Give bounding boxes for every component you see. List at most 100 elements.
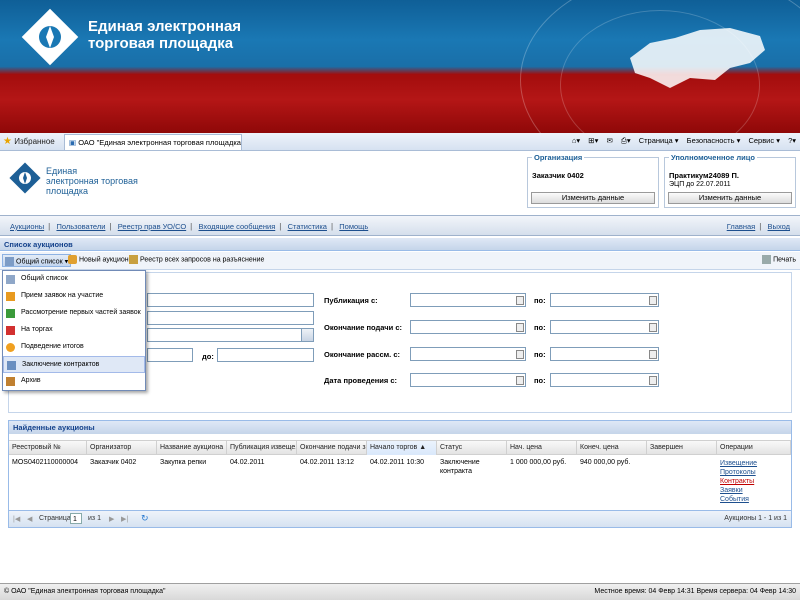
star-icon: [6, 343, 15, 352]
menu-item-trading[interactable]: На торгах: [3, 322, 145, 339]
calendar-icon[interactable]: [516, 350, 524, 359]
service-menu[interactable]: Сервис ▾: [748, 136, 780, 145]
favorites-button[interactable]: ★ Избранное: [3, 136, 55, 147]
menu-item-review[interactable]: Рассмотрение первых частей заявок: [3, 305, 145, 322]
page-label: Страница: [39, 515, 71, 522]
col-start-price[interactable]: Нач. цена: [507, 441, 577, 455]
menu-item-archive[interactable]: Архив: [3, 373, 145, 390]
gavel-icon: [68, 255, 77, 264]
banner-title-line1: Единая электронная: [88, 18, 242, 35]
col-reg-number[interactable]: Реестровый №: [9, 441, 87, 455]
calendar-icon[interactable]: [649, 323, 657, 332]
print-icon[interactable]: ⎙▾: [621, 136, 631, 145]
status-bar: © ОАО "Единая электронная торговая площа…: [0, 583, 800, 600]
calendar-icon[interactable]: [649, 376, 657, 385]
nav-rights-registry[interactable]: Реестр прав УО/СО: [118, 222, 186, 231]
nav-statistics[interactable]: Статистика: [288, 222, 327, 231]
col-final-price[interactable]: Конеч. цена: [577, 441, 647, 455]
general-list-label: Общий список ▾: [16, 258, 69, 266]
end-submission-from-input[interactable]: [410, 320, 526, 334]
clarification-registry-button[interactable]: Реестр всех запросов на разъяснение: [129, 255, 264, 264]
nav-help[interactable]: Помощь: [339, 222, 368, 231]
browser-tab-title: ОАО "Единая электронная торговая площадк…: [78, 138, 242, 147]
menu-item-accepting[interactable]: Прием заявок на участие: [3, 288, 145, 305]
last-page-icon[interactable]: ▶|: [121, 515, 128, 523]
filter-input-2[interactable]: [147, 311, 314, 325]
end-review-to-input[interactable]: [550, 347, 659, 361]
end-submission-to-input[interactable]: [550, 320, 659, 334]
hold-date-from-input[interactable]: [410, 373, 526, 387]
nav-logout[interactable]: Выход: [768, 222, 790, 231]
organization-box: Организация Заказчик 0402 Изменить данны…: [527, 153, 659, 208]
page-menu[interactable]: Страница ▾: [639, 136, 679, 145]
cell-publication: 04.02.2011: [230, 459, 265, 466]
op-contracts-link[interactable]: Контракты: [720, 477, 757, 486]
help-menu[interactable]: ?▾: [788, 136, 796, 145]
filter-input-1[interactable]: [147, 293, 314, 307]
time-info: Местное время: 04 Февр 14:31 Время серве…: [594, 588, 796, 595]
menu-item-label: Общий список: [21, 275, 68, 282]
page-input[interactable]: 1: [70, 513, 82, 524]
prev-page-icon[interactable]: ◀: [27, 515, 32, 523]
nav-separator: |: [759, 222, 762, 231]
op-applications-link[interactable]: Заявки: [720, 486, 757, 495]
hold-date-to-input[interactable]: [550, 373, 659, 387]
col-publication[interactable]: Публикация извеще...: [227, 441, 297, 455]
menu-item-contracts[interactable]: Заключение контрактов: [3, 356, 145, 373]
edit-person-button[interactable]: Изменить данные: [668, 192, 792, 204]
new-auction-button[interactable]: Новый аукцион: [68, 255, 129, 264]
calendar-icon[interactable]: [516, 296, 524, 305]
nav-home[interactable]: Главная: [727, 222, 756, 231]
menu-item-general[interactable]: Общий список: [3, 271, 145, 288]
home-icon[interactable]: ⌂▾: [572, 136, 580, 145]
nav-incoming-messages[interactable]: Входящие сообщения: [198, 222, 275, 231]
calendar-icon[interactable]: [516, 376, 524, 385]
calendar-icon[interactable]: [649, 350, 657, 359]
edit-organization-button[interactable]: Изменить данные: [531, 192, 655, 204]
hold-date-label: Дата проведения с:: [324, 376, 398, 385]
hourglass-icon: [129, 255, 138, 264]
page-number: 1: [73, 516, 77, 523]
logo-line2: электронная торговая: [46, 176, 138, 186]
col-status[interactable]: Статус: [437, 441, 507, 455]
menu-item-label: На торгах: [21, 326, 53, 333]
review-icon: [6, 309, 15, 318]
price-from-input[interactable]: [147, 348, 193, 362]
price-to-input[interactable]: [217, 348, 314, 362]
browser-tab[interactable]: ▣ ОАО "Единая электронная торговая площа…: [64, 134, 242, 150]
cell-reg-number: MOS0402110000004: [12, 459, 79, 466]
rss-icon[interactable]: ⊞▾: [588, 136, 598, 145]
hold-date-to-label: по:: [534, 376, 546, 385]
col-auction-name[interactable]: Название аукциона: [157, 441, 227, 455]
mail-icon[interactable]: ✉: [606, 136, 612, 145]
nav-auctions[interactable]: Аукционы: [10, 222, 44, 231]
next-page-icon[interactable]: ▶: [109, 515, 114, 523]
op-notice-link[interactable]: Извещение: [720, 459, 757, 468]
filter-select[interactable]: [147, 328, 314, 342]
chevron-down-icon[interactable]: [301, 329, 313, 341]
col-end-submission[interactable]: Окончание подачи з...: [297, 441, 367, 455]
calendar-icon[interactable]: [516, 323, 524, 332]
security-menu[interactable]: Безопасность ▾: [687, 136, 741, 145]
publication-to-input[interactable]: [550, 293, 659, 307]
app-header: Единая электронная торговая площадка Орг…: [0, 152, 800, 212]
col-organizer[interactable]: Организатор: [87, 441, 157, 455]
new-auction-label: Новый аукцион: [79, 256, 129, 264]
op-protocols-link[interactable]: Протоколы: [720, 468, 757, 477]
general-list-button[interactable]: Общий список ▾: [2, 254, 72, 267]
table-row[interactable]: MOS0402110000004 Заказчик 0402 Закупка р…: [9, 456, 791, 508]
menu-item-summary[interactable]: Подведение итогов: [3, 339, 145, 356]
col-completed[interactable]: Завершен: [647, 441, 717, 455]
col-trading-start[interactable]: Начало торгов ▲: [367, 441, 437, 455]
publication-from-input[interactable]: [410, 293, 526, 307]
end-review-from-input[interactable]: [410, 347, 526, 361]
refresh-icon[interactable]: ↻: [141, 513, 149, 524]
first-page-icon[interactable]: |◀: [13, 515, 20, 523]
nav-users[interactable]: Пользователи: [56, 222, 105, 231]
print-button[interactable]: Печать: [762, 255, 796, 264]
nav-separator: |: [279, 222, 282, 231]
browser-tools: ⌂▾ ⊞▾ ✉ ⎙▾ Страница ▾ Безопасность ▾ Сер…: [566, 136, 796, 146]
op-events-link[interactable]: События: [720, 495, 757, 504]
calendar-icon[interactable]: [649, 296, 657, 305]
menu-item-label: Заключение контрактов: [22, 361, 100, 368]
